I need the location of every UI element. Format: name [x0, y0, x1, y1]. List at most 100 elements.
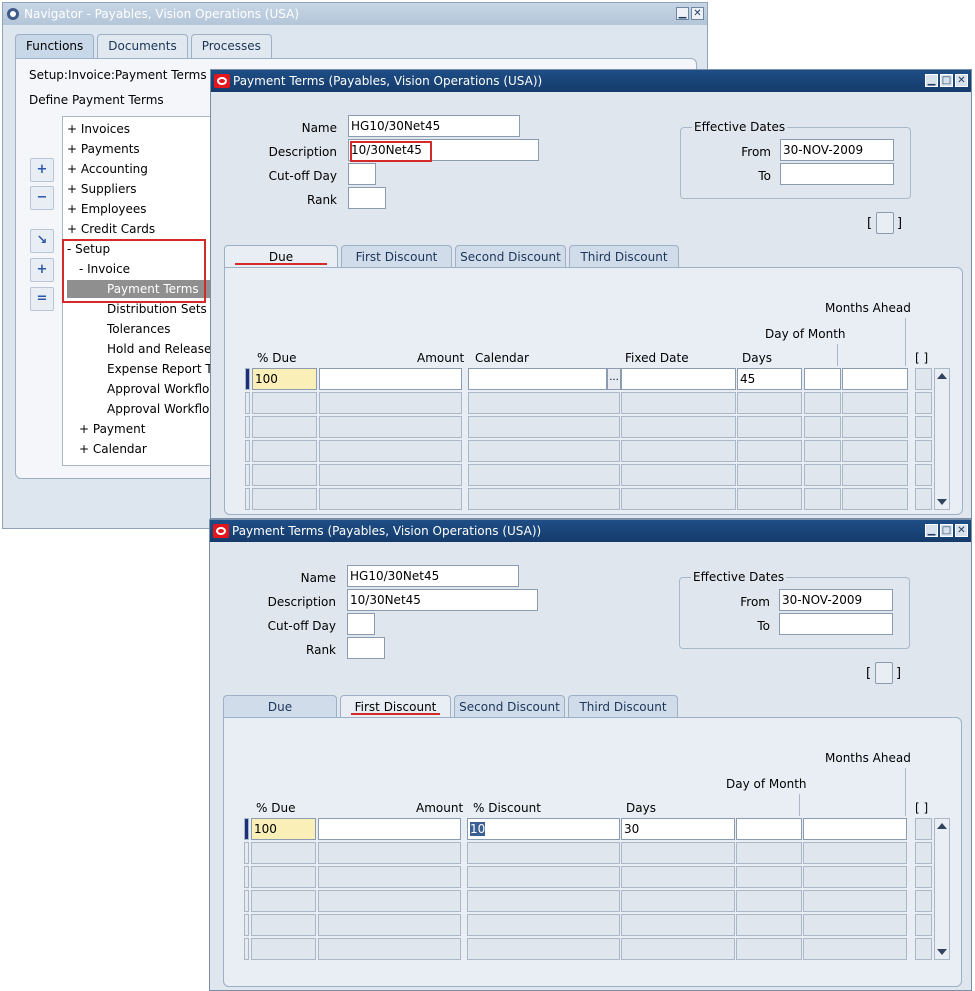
table-cell[interactable]: [467, 866, 620, 888]
table-cell[interactable]: [736, 914, 802, 936]
table-cell[interactable]: [915, 938, 932, 960]
tree-item-approval-workflow[interactable]: Approval Workflow: [107, 380, 211, 398]
tree-item-accounting[interactable]: + Accounting: [67, 160, 148, 178]
collapse-icon[interactable]: −: [30, 186, 54, 210]
scroll-down-icon[interactable]: [937, 949, 947, 955]
descriptive-flexfield[interactable]: [876, 212, 894, 234]
table-cell[interactable]: [621, 938, 735, 960]
table-cell[interactable]: [915, 464, 932, 486]
description-field[interactable]: 10/30Net45: [347, 589, 538, 611]
table-cell[interactable]: [319, 416, 462, 438]
table-cell[interactable]: [621, 842, 735, 864]
table-cell[interactable]: [252, 440, 317, 462]
table-cell[interactable]: [915, 488, 932, 510]
tab-third-discount[interactable]: Third Discount: [568, 695, 678, 717]
flex-cell[interactable]: [915, 368, 932, 390]
table-cell[interactable]: [468, 488, 620, 510]
to-date-field[interactable]: [780, 163, 894, 185]
table-cell[interactable]: [736, 842, 802, 864]
maximize-button[interactable]: □: [940, 524, 953, 537]
table-cell[interactable]: [318, 938, 461, 960]
table-cell[interactable]: [736, 866, 802, 888]
tree-item-employees[interactable]: + Employees: [67, 200, 147, 218]
table-cell[interactable]: [251, 890, 316, 912]
table-cell[interactable]: [251, 842, 316, 864]
table-cell[interactable]: [252, 416, 317, 438]
name-field[interactable]: HG10/30Net45: [348, 115, 520, 137]
table-cell[interactable]: [842, 392, 908, 414]
table-cell[interactable]: [621, 914, 735, 936]
tab-processes[interactable]: Processes: [190, 34, 272, 58]
table-cell[interactable]: [319, 488, 462, 510]
table-cell[interactable]: [621, 464, 736, 486]
calendar-lov-button[interactable]: ...: [607, 368, 621, 390]
scroll-up-icon[interactable]: [937, 373, 947, 379]
table-cell[interactable]: [803, 938, 907, 960]
table-cell[interactable]: [318, 890, 461, 912]
table-cell[interactable]: [842, 416, 908, 438]
from-date-field[interactable]: 30-NOV-2009: [780, 139, 894, 161]
fixed-date-cell[interactable]: [621, 368, 736, 390]
vertical-scrollbar[interactable]: [934, 818, 950, 960]
tree-item-invoices[interactable]: + Invoices: [67, 120, 130, 138]
day-of-month-cell[interactable]: [736, 818, 802, 840]
expand-icon[interactable]: +: [30, 158, 54, 182]
table-cell[interactable]: [318, 842, 461, 864]
window-titlebar[interactable]: Payment Terms (Payables, Vision Operatio…: [211, 70, 971, 92]
cutoff-field[interactable]: [348, 163, 376, 185]
close-button[interactable]: ✕: [955, 524, 968, 537]
table-cell[interactable]: [804, 488, 841, 510]
rank-field[interactable]: [347, 637, 385, 659]
table-cell[interactable]: [915, 392, 932, 414]
table-cell[interactable]: [804, 392, 841, 414]
months-ahead-cell[interactable]: [803, 818, 907, 840]
table-cell[interactable]: [621, 440, 736, 462]
days-cell[interactable]: 45: [737, 368, 802, 390]
table-cell[interactable]: [319, 464, 462, 486]
table-cell[interactable]: [803, 866, 907, 888]
table-cell[interactable]: [737, 488, 802, 510]
table-cell[interactable]: [467, 938, 620, 960]
close-button[interactable]: ✕: [955, 74, 968, 87]
tree-item-suppliers[interactable]: + Suppliers: [67, 180, 137, 198]
table-cell[interactable]: [915, 866, 932, 888]
vertical-scrollbar[interactable]: [934, 368, 950, 510]
table-cell[interactable]: [803, 914, 907, 936]
cutoff-field[interactable]: [347, 613, 375, 635]
descriptive-flexfield[interactable]: [875, 662, 893, 684]
table-cell[interactable]: [467, 890, 620, 912]
pct-discount-cell[interactable]: 10: [467, 818, 620, 840]
tree-item-credit-cards[interactable]: + Credit Cards: [67, 220, 155, 238]
tree-item-hold-release[interactable]: Hold and Release: [107, 340, 211, 358]
table-cell[interactable]: [467, 842, 620, 864]
table-cell[interactable]: [915, 440, 932, 462]
tree-item-tolerances[interactable]: Tolerances: [107, 320, 170, 338]
table-cell[interactable]: [252, 464, 317, 486]
table-cell[interactable]: [318, 914, 461, 936]
table-cell[interactable]: [804, 440, 841, 462]
table-cell[interactable]: [842, 464, 908, 486]
calendar-cell[interactable]: [468, 368, 607, 390]
table-cell[interactable]: [621, 890, 735, 912]
table-cell[interactable]: [621, 488, 736, 510]
window-titlebar[interactable]: Payment Terms (Payables, Vision Operatio…: [210, 520, 971, 542]
amount-cell[interactable]: [319, 368, 462, 390]
close-button[interactable]: ✕: [691, 7, 704, 20]
navigator-titlebar[interactable]: Navigator - Payables, Vision Operations …: [3, 3, 707, 25]
tree-item-payment[interactable]: + Payment: [79, 420, 145, 438]
tab-first-discount[interactable]: First Discount: [341, 245, 452, 267]
table-cell[interactable]: [737, 416, 802, 438]
minimize-button[interactable]: ▁: [925, 524, 938, 537]
table-cell[interactable]: [803, 890, 907, 912]
table-cell[interactable]: [621, 392, 736, 414]
name-field[interactable]: HG10/30Net45: [347, 565, 519, 587]
table-cell[interactable]: [737, 392, 802, 414]
months-ahead-cell[interactable]: [842, 368, 908, 390]
expand-branch-icon[interactable]: ↘: [30, 229, 54, 253]
table-cell[interactable]: [468, 416, 620, 438]
expand-all-icon[interactable]: +: [30, 258, 54, 282]
days-cell[interactable]: 30: [621, 818, 735, 840]
amount-cell[interactable]: [318, 818, 461, 840]
flex-cell[interactable]: [915, 818, 932, 840]
tree-item-calendar[interactable]: + Calendar: [79, 440, 147, 458]
